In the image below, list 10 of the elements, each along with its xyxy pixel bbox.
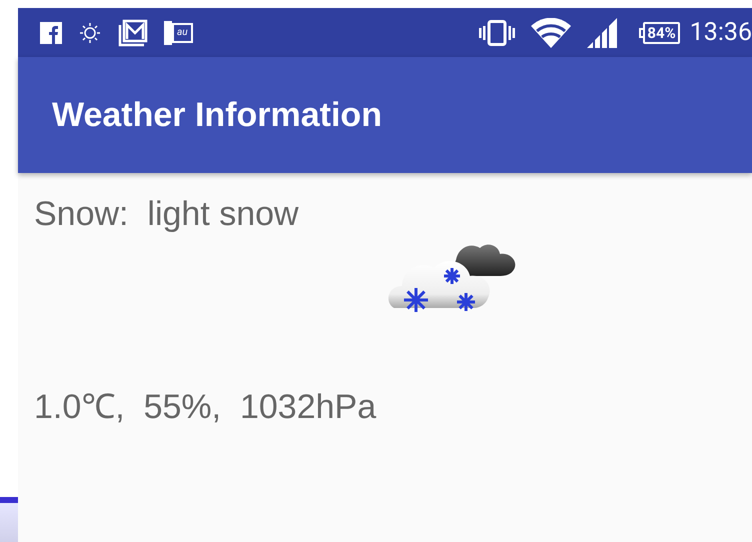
facebook-icon [40, 22, 62, 44]
weather-summary: Snow: light snow [34, 195, 300, 234]
clock: 13:36 [690, 18, 752, 47]
weather-readings: 1.0℃, 55%, 1032hPa [34, 387, 378, 428]
app-title: Weather Information [52, 96, 382, 134]
mail-icon [118, 18, 148, 46]
vibrate-icon [479, 20, 516, 46]
wifi-icon [531, 18, 572, 48]
signal-icon [587, 18, 618, 48]
brightness-icon [78, 20, 102, 44]
